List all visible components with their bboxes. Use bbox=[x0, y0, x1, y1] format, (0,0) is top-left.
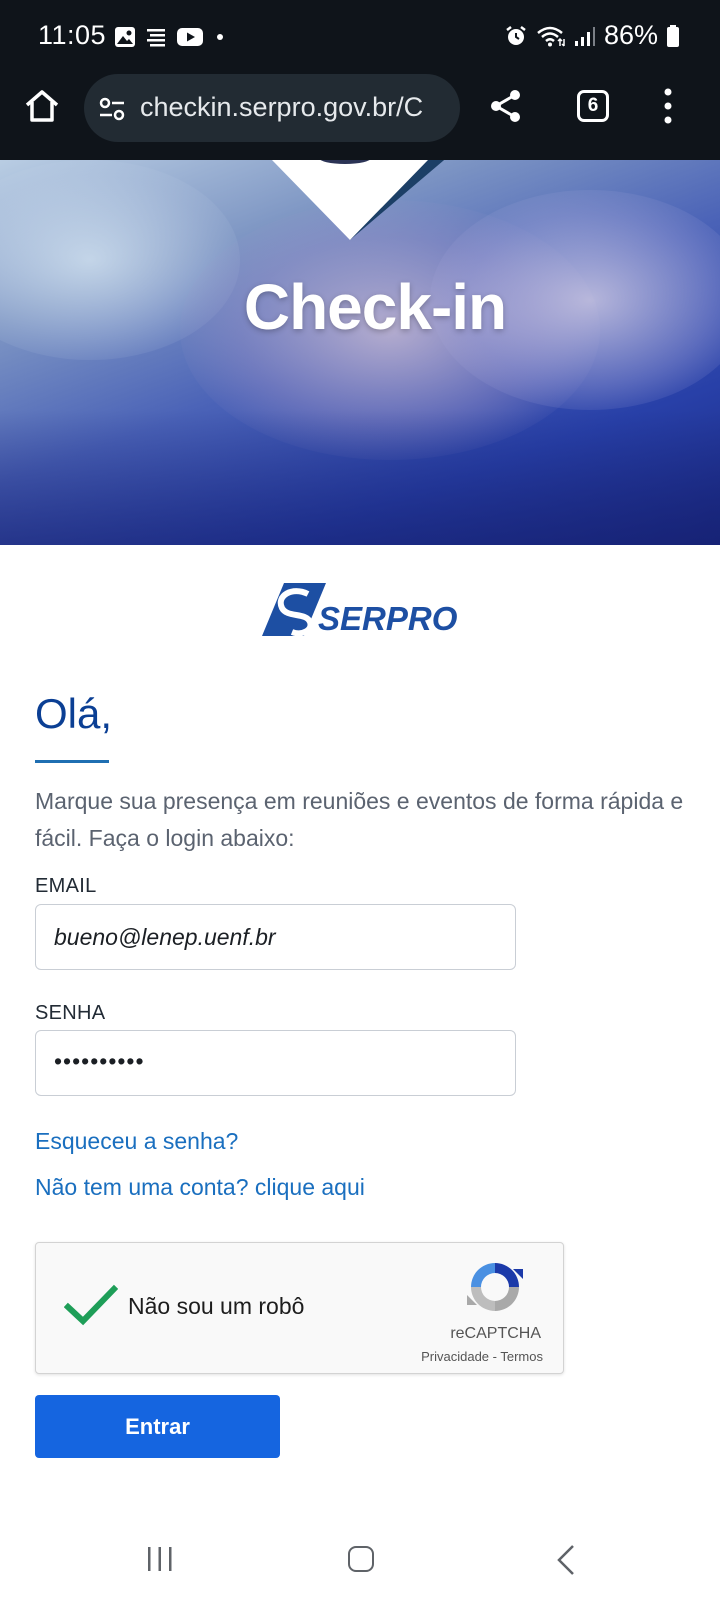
site-settings-icon[interactable] bbox=[98, 95, 126, 123]
browser-toolbar: checkin.serpro.gov.br/C 6 bbox=[0, 72, 720, 160]
recaptcha-widget: Não sou um robô reCAPTCHA Privacidade - … bbox=[35, 1242, 564, 1374]
youtube-icon bbox=[177, 28, 203, 46]
system-nav-bar bbox=[0, 1516, 720, 1600]
battery-icon bbox=[667, 24, 679, 47]
intro-text: Marque sua presença em reuniões e evento… bbox=[35, 788, 684, 851]
hero-banner: Check-in bbox=[0, 160, 720, 545]
checkmark-icon[interactable] bbox=[64, 1283, 118, 1327]
email-label: EMAIL bbox=[35, 875, 97, 897]
battery-percent: 86% bbox=[603, 20, 658, 50]
terms-link[interactable]: Termos bbox=[500, 1349, 543, 1364]
email-value[interactable]: bueno@lenep.uenf.br bbox=[54, 924, 276, 951]
url-text[interactable]: checkin.serpro.gov.br/C bbox=[140, 92, 423, 123]
recents-icon[interactable] bbox=[147, 1546, 173, 1572]
serpro-logo-text: SERPRO bbox=[318, 600, 458, 636]
hero-shadow bbox=[0, 410, 720, 545]
recaptcha-terms: Privacidade - Termos bbox=[421, 1349, 543, 1364]
back-icon[interactable] bbox=[556, 1544, 576, 1576]
notification-icons bbox=[114, 26, 227, 48]
recaptcha-logo-icon bbox=[467, 1263, 523, 1311]
wifi-icon bbox=[537, 26, 565, 47]
signup-link[interactable]: Não tem uma conta? clique aqui bbox=[35, 1174, 365, 1201]
status-bar: 11:05 86% bbox=[0, 0, 720, 72]
login-button[interactable]: Entrar bbox=[35, 1395, 280, 1458]
captcha-label[interactable]: Não sou um robô bbox=[128, 1293, 304, 1320]
notes-icon bbox=[147, 29, 165, 47]
dot-icon bbox=[217, 34, 223, 40]
gallery-icon bbox=[115, 27, 135, 47]
password-value[interactable]: •••••••••• bbox=[54, 1048, 145, 1075]
nav-home-icon[interactable] bbox=[348, 1546, 374, 1572]
hero-chevron-shape bbox=[272, 160, 445, 240]
status-time: 11:05 bbox=[38, 20, 107, 50]
heading-underline bbox=[35, 760, 109, 763]
home-icon[interactable] bbox=[22, 86, 62, 126]
forgot-password-link[interactable]: Esqueceu a senha? bbox=[35, 1128, 238, 1155]
alarm-icon bbox=[506, 25, 526, 45]
share-icon[interactable] bbox=[488, 88, 524, 124]
password-field[interactable]: •••••••••• bbox=[35, 1030, 516, 1096]
address-bar[interactable]: checkin.serpro.gov.br/C bbox=[84, 74, 460, 142]
signal-icon bbox=[574, 26, 595, 46]
email-field[interactable]: bueno@lenep.uenf.br bbox=[35, 904, 516, 970]
terms-separator: - bbox=[489, 1349, 501, 1364]
hero-title: Check-in bbox=[243, 271, 507, 343]
recaptcha-brand: reCAPTCHA bbox=[450, 1325, 541, 1342]
password-label: SENHA bbox=[35, 1002, 106, 1024]
serpro-logo: SERPRO bbox=[262, 583, 458, 636]
greeting-heading: Olá, bbox=[35, 690, 113, 737]
privacy-link[interactable]: Privacidade bbox=[421, 1349, 489, 1364]
system-icons: 86% bbox=[504, 20, 680, 51]
more-menu-icon[interactable] bbox=[664, 88, 672, 124]
tab-switcher-button[interactable]: 6 bbox=[577, 90, 609, 122]
